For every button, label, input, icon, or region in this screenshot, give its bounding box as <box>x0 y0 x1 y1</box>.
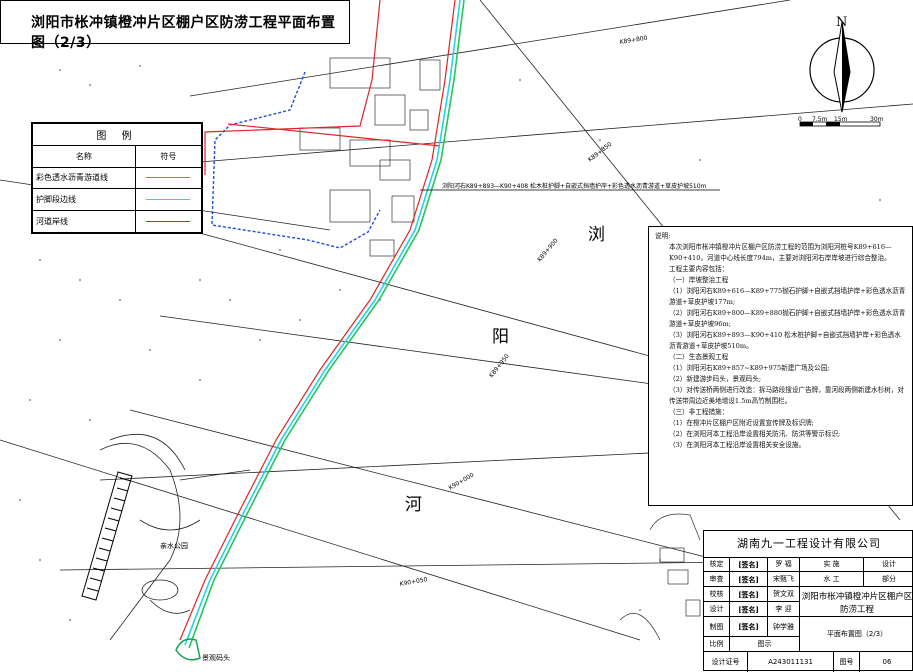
scale-tick-0: 0 <box>798 116 802 123</box>
notes-line: （3）浏阳河右K89+893—K90+410 松木桩护脚+自嵌式挡墙护岸+彩色透… <box>669 331 901 350</box>
company-name: 湖南九一工程设计有限公司 <box>704 531 913 558</box>
tb-label: 核定 <box>704 557 730 572</box>
park-label: 亲水公园 <box>160 541 188 550</box>
tb-signature: [签名] <box>730 557 768 572</box>
tb-scale-label: 比例 <box>704 637 730 652</box>
tb-signature: [签名] <box>730 572 768 587</box>
tb-scale-value: 图示 <box>730 637 800 652</box>
river-char-liu: 浏 <box>588 225 605 245</box>
notes-line: （3）在浏阳河本工程沿岸设置相关安全设施。 <box>669 441 806 449</box>
lower-right-parcels <box>619 513 701 641</box>
planning-boundary <box>211 71 381 249</box>
tb-drawing-no-value: 06 <box>882 658 892 666</box>
pier-label: 景观码头 <box>202 653 230 662</box>
notes-line: （三）非工程措施： <box>669 408 729 416</box>
notes-line: （2）浏阳河右K89+800—K89+880抛石护脚+自嵌式挡墙护岸+彩色透水沥… <box>669 309 906 328</box>
tb-cert-label: 设计证号 <box>704 652 748 672</box>
notes-line: （3）对传送桥两侧进行改造：拆马路段搜设广告牌，靠河段两侧新建水杉树，对传送带周… <box>669 386 904 405</box>
greenway-line <box>188 0 465 649</box>
river-char-he: 河 <box>405 495 422 515</box>
river-bank-line <box>179 0 456 641</box>
scale-tick-1: 7.5m <box>812 116 828 123</box>
legend-col-name: 名称 <box>32 144 136 168</box>
chainage-label: K89+900 <box>536 237 560 263</box>
callout-text: 浏阳河右K89+893—K90+408 松木桩护脚+自嵌式挡墙护岸+彩色透水沥青… <box>442 182 707 190</box>
legend-item-symbol <box>134 166 203 190</box>
drawing-title-box: 浏阳市枨冲镇橙冲片区棚户区防涝工程平面布置图（2/3） <box>0 0 350 51</box>
tb-discipline-value: 部分 <box>864 572 913 587</box>
notes-heading: 说明: <box>655 232 671 240</box>
tb-person: 钟学雅 <box>768 617 800 637</box>
chainage-label: K90+000 <box>448 472 476 492</box>
tb-person: 李 迎 <box>768 602 800 617</box>
scale-tick-2: 15m <box>834 116 848 123</box>
legend-item-name: 护脚段边线 <box>32 188 136 212</box>
notes-line: （二）生态景观工程 <box>669 353 729 361</box>
legend-heading: 图 例 <box>32 123 202 146</box>
river-char-yang: 阳 <box>492 327 509 347</box>
north-letter: N <box>836 15 847 30</box>
notes-line: （2）新建游步码头，景观码头; <box>669 375 762 383</box>
chainage-label: K89+950 <box>488 353 511 380</box>
tb-drawing-name: 平面布置图（2/3） <box>800 617 913 652</box>
hatched-strip <box>81 471 133 601</box>
toe-protection-line <box>184 0 461 646</box>
park-layout <box>99 433 251 641</box>
tb-signature: [签名] <box>730 587 768 602</box>
legend-item-symbol <box>134 188 203 212</box>
tb-label: 校核 <box>704 587 730 602</box>
tb-signature: [签名] <box>730 602 768 617</box>
legend-col-symbol: 符号 <box>134 144 203 168</box>
notes-line: （一）岸坡整治工程 <box>669 276 729 284</box>
notes-line: （2）在浏阳河本工程沿岸设置相关防汛、防洪等警示标识; <box>669 430 841 438</box>
tb-label: 制图 <box>704 617 730 637</box>
legend-table: 图 例 名称 符号 彩色透水沥青游道线 护脚段边线 河道岸线 <box>32 123 203 233</box>
legend-box: 图 例 名称 符号 彩色透水沥青游道线 护脚段边线 河道岸线 <box>31 122 203 234</box>
chainage-label: K89+800 <box>619 35 648 46</box>
notes-line: 工程主要内容包括： <box>669 265 729 273</box>
notes-line: 本次浏阳市枨冲镇橙冲片区棚户区防涝工程的范围为浏阳河桩号K89+616—K90+… <box>669 243 892 262</box>
tb-drawing-no-label: 图号 <box>834 652 860 672</box>
tb-signature: [签名] <box>730 617 768 637</box>
notes-line: （1）在橙冲片区棚户区附近设置宣传牌及标识牌; <box>669 419 814 427</box>
pier-outline <box>175 638 201 661</box>
tb-person: 宋甄飞 <box>768 572 800 587</box>
title-block: 湖南九一工程设计有限公司 核定 [签名] 罗 福 实 施 设计 审查 [签名] … <box>703 530 913 672</box>
legend-item-name: 彩色透水沥青游道线 <box>32 166 136 190</box>
greenway-swatch <box>146 177 191 179</box>
bank-line-swatch <box>146 221 191 223</box>
north-arrow-icon <box>809 21 875 113</box>
tb-person: 罗 福 <box>768 557 800 572</box>
legend-item-name: 河道岸线 <box>32 210 136 233</box>
chainage-label: K90+050 <box>399 576 428 588</box>
legend-item-symbol <box>134 210 203 233</box>
tb-label: 审查 <box>704 572 730 587</box>
tb-person: 贺文双 <box>768 587 800 602</box>
tb-discipline: 水 工 <box>800 572 864 587</box>
toe-line-swatch <box>146 199 191 201</box>
tb-cert-value: A243011131 <box>748 652 834 672</box>
scale-tick-3: 30m <box>870 116 884 123</box>
drawing-title: 浏阳市枨冲镇橙冲片区棚户区防涝工程平面布置图（2/3） <box>31 15 336 51</box>
tb-phase: 实 施 <box>800 557 864 572</box>
design-notes: 说明: 本次浏阳市枨冲镇橙冲片区棚户区防涝工程的范围为浏阳河桩号K89+616—… <box>648 226 913 506</box>
tb-label: 设计 <box>704 602 730 617</box>
notes-line: （1）浏阳河右K89+857~K89+975新建广场及公园; <box>669 364 830 372</box>
tb-phase-value: 设计 <box>864 557 913 572</box>
notes-line: （1）浏阳河右K89+616—K89+775抛石护脚+自嵌式挡墙护岸+彩色透水沥… <box>669 287 906 306</box>
title-block-grid: 核定 [签名] 罗 福 实 施 设计 审查 [签名] 宋甄飞 水 工 部分 校核… <box>704 557 913 672</box>
tb-project-name: 浏阳市枨冲镇橙冲片区棚户区防涝工程 <box>800 587 913 617</box>
